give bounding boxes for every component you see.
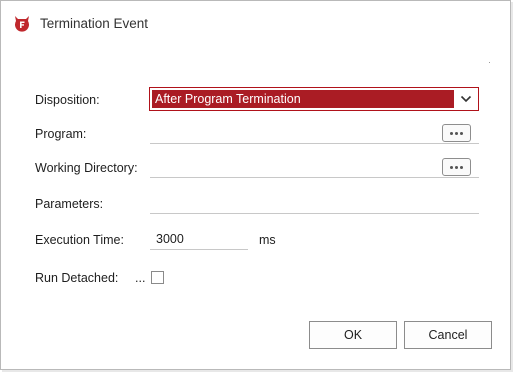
ok-button[interactable]: OK bbox=[309, 321, 397, 349]
ellipsis-icon bbox=[460, 131, 463, 135]
working-directory-browse-button[interactable] bbox=[442, 158, 471, 176]
working-directory-input[interactable] bbox=[150, 158, 479, 178]
ellipsis-icon bbox=[460, 165, 463, 169]
parameters-label: Parameters: bbox=[35, 197, 104, 211]
program-browse-button[interactable] bbox=[442, 124, 471, 142]
run-detached-ellipsis: ... bbox=[135, 271, 146, 285]
window-title: Termination Event bbox=[40, 16, 149, 31]
ellipsis-icon bbox=[455, 165, 458, 169]
chevron-down-icon[interactable] bbox=[460, 94, 472, 104]
disposition-label: Disposition: bbox=[35, 93, 100, 107]
title-bar: Termination Event bbox=[1, 1, 510, 45]
execution-time-input[interactable]: 3000 bbox=[150, 229, 248, 250]
termination-event-dialog: Termination Event Disposition: After Pro… bbox=[0, 0, 511, 370]
cancel-button[interactable]: Cancel bbox=[404, 321, 492, 349]
program-label: Program: bbox=[35, 127, 87, 141]
ellipsis-icon bbox=[455, 131, 458, 135]
working-directory-label: Working Directory: bbox=[35, 161, 138, 175]
decorative-dot bbox=[489, 62, 490, 63]
parameters-input[interactable] bbox=[150, 194, 479, 214]
run-detached-label: Run Detached: bbox=[35, 271, 119, 285]
program-input[interactable] bbox=[150, 124, 479, 144]
execution-time-unit: ms bbox=[259, 233, 276, 247]
ellipsis-icon bbox=[450, 165, 453, 169]
run-detached-checkbox[interactable] bbox=[151, 271, 164, 284]
ellipsis-icon bbox=[450, 131, 453, 135]
disposition-selected-value: After Program Termination bbox=[152, 90, 454, 108]
disposition-dropdown[interactable]: After Program Termination bbox=[149, 87, 479, 111]
app-logo-icon bbox=[15, 16, 29, 32]
execution-time-label: Execution Time: bbox=[35, 233, 124, 247]
